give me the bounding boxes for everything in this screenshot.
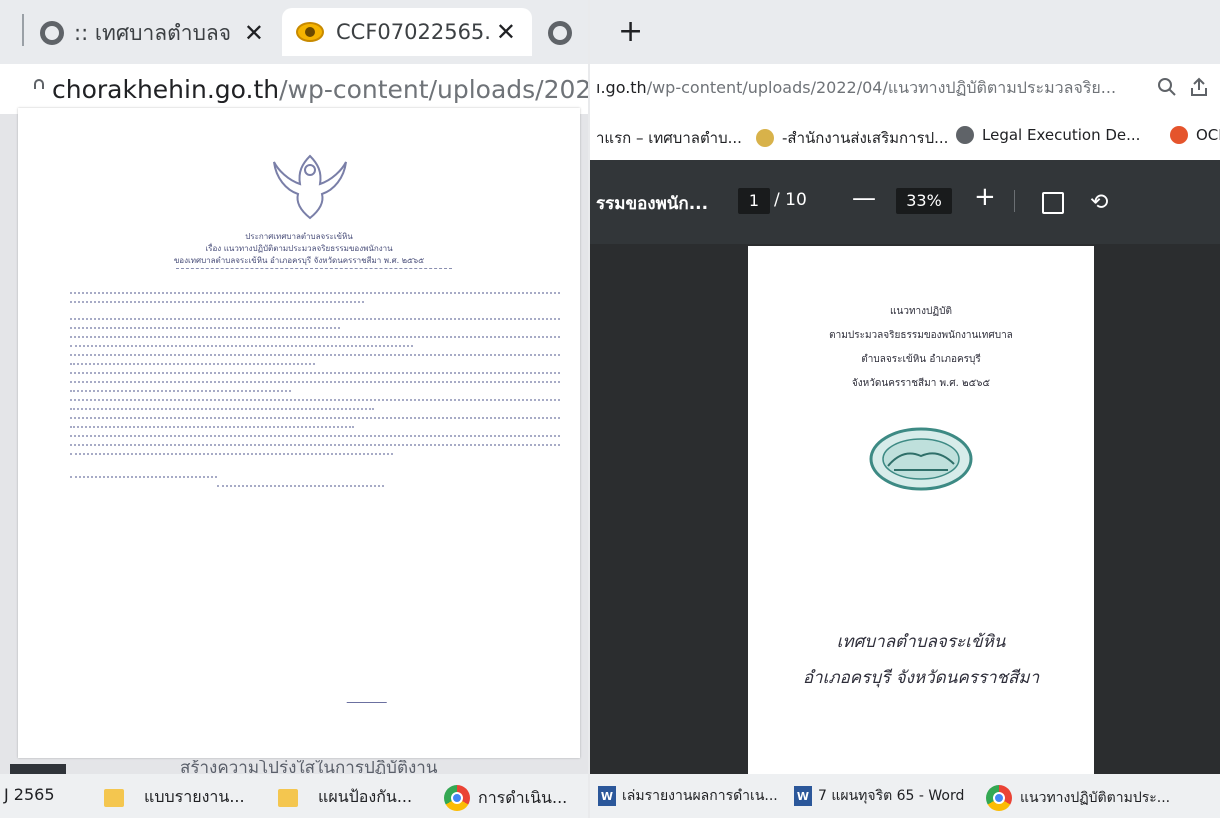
document-body-text — [70, 286, 560, 494]
pdf-line-province: จังหวัดนครราชสีมา พ.ศ. ๒๕๖๕ — [851, 378, 991, 389]
tab-label: :: เทศบาลตำบลจ — [74, 20, 232, 45]
folder-icon — [104, 788, 124, 807]
bookmark-promotion-office[interactable]: -สำนักงานส่งเสริมการป... — [756, 126, 948, 150]
tab-strip: :: เทศบาลตำบลจ ✕ CCF07022565. ✕ — [0, 0, 590, 64]
taskbar-item-report-book[interactable]: W เล่มรายงานผลการดำเน... — [598, 785, 778, 807]
page-total: / 10 — [774, 190, 807, 210]
tab-ccf-pdf[interactable]: CCF07022565. ✕ — [282, 8, 532, 56]
new-tab-button[interactable]: + — [618, 14, 643, 49]
taskbar: W เล่มรายงานผลการดำเน... W7 แผนทุจริต 65 … — [590, 774, 1220, 818]
document-page: ประกาศเทศบาลตำบลจระเข้หิน เรื่อง แนวทางป… — [18, 108, 580, 758]
tab-label: CCF07022565. — [336, 20, 491, 44]
pdf-footer-district: อำเภอครบุรี จังหวัดนครราชสีมา — [802, 668, 1040, 688]
tab-municipality[interactable]: :: เทศบาลตำบลจ ✕ — [40, 16, 280, 50]
zoom-out-button[interactable]: — — [852, 184, 876, 212]
bookmarks-bar: าแรก – เทศบาลตำบ... -สำนักงานส่งเสริมการ… — [590, 112, 1220, 160]
page-number-input[interactable]: 1 — [738, 188, 770, 214]
taskbar-item-guideline[interactable]: แนวทางปฏิบัติตามประ... — [986, 785, 1170, 811]
address-bar[interactable]: chorakhehin.go.th/wp-content/uploads/202… — [0, 64, 590, 114]
globe-icon — [40, 21, 64, 45]
tab-divider — [22, 14, 24, 46]
signature-mark — [346, 690, 390, 703]
taskbar-item-operation[interactable]: การดำเนิน... — [444, 785, 567, 811]
taskbar-item-corruption-plan[interactable]: W7 แผนทุจริต 65 - Word — [794, 785, 964, 807]
municipality-seal-icon — [869, 427, 973, 491]
globe-icon — [956, 126, 974, 144]
garuda-emblem-icon — [273, 154, 347, 220]
globe-icon — [548, 21, 572, 45]
left-browser-window: :: เทศบาลตำบลจ ✕ CCF07022565. ✕ chorakhe… — [0, 0, 590, 818]
bookmark-municipality-home[interactable]: าแรก – เทศบาลตำบ... — [596, 126, 742, 150]
eye-favicon-icon — [296, 22, 324, 42]
share-icon[interactable] — [1188, 76, 1210, 98]
folder-icon — [278, 788, 298, 807]
word-icon: W — [794, 786, 812, 806]
taskbar-item-prevention-plan[interactable]: แผนป้องกัน... — [278, 785, 412, 810]
bookmark-legal-execution[interactable]: Legal Execution De... — [956, 126, 1140, 144]
pdf-page: แนวทางปฏิบัติ ตามประมวลจริยธรรมของพนักงา… — [748, 246, 1094, 776]
fit-page-icon[interactable] — [1042, 192, 1064, 214]
bookmark-ocf[interactable]: OCF — [1170, 126, 1220, 144]
close-icon[interactable]: ✕ — [244, 19, 264, 47]
divider — [176, 268, 452, 269]
pdf-title: รรมของพนัก... — [596, 194, 709, 214]
zoom-level-input[interactable]: 33% — [896, 188, 952, 214]
right-browser-window: + ı.go.th/wp-content/uploads/2022/04/แนว… — [590, 0, 1220, 818]
seal-icon — [756, 129, 774, 147]
close-icon[interactable]: ✕ — [496, 18, 516, 46]
url-text[interactable]: chorakhehin.go.th/wp-content/uploads/202… — [52, 75, 590, 104]
pdf-line-ethics-code: ตามประมวลจริยธรรมของพนักงานเทศบาล — [829, 330, 1013, 341]
rotate-icon[interactable]: ⟲ — [1090, 190, 1108, 215]
taskbar-item-report-form[interactable]: แบบรายงาน... — [104, 785, 245, 810]
word-icon: W — [598, 786, 616, 806]
tab-partial[interactable] — [548, 16, 588, 50]
pdf-line-subdistrict: ตำบลจระเข้หิน อำเภอครบุรี — [861, 354, 981, 365]
taskbar-item-2565[interactable]: J 2565 — [4, 785, 55, 804]
announcement-subject-line2: ของเทศบาลตำบลจระเข้หิน อำเภอครบุรี จังหว… — [173, 256, 425, 265]
chrome-icon — [986, 785, 1012, 811]
pdf-toolbar: รรมของพนัก... 1 / 10 — 33% + ⟲ — [590, 160, 1220, 244]
toolbar-separator — [1014, 190, 1015, 212]
search-icon[interactable] — [1156, 76, 1178, 98]
pdf-line-guideline: แนวทางปฏิบัติ — [890, 306, 952, 317]
taskbar: J 2565 แบบรายงาน... แผนป้องกัน... การดำเ… — [0, 774, 590, 818]
url-text[interactable]: ı.go.th/wp-content/uploads/2022/04/แนวทา… — [596, 76, 1116, 101]
tab-strip: + — [590, 0, 1220, 64]
ocf-icon — [1170, 126, 1188, 144]
chrome-icon — [444, 785, 470, 811]
pdf-footer-municipality: เทศบาลตำบลจระเข้หิน — [836, 632, 1006, 652]
zoom-in-button[interactable]: + — [974, 182, 996, 212]
address-bar[interactable]: ı.go.th/wp-content/uploads/2022/04/แนวทา… — [590, 64, 1220, 112]
